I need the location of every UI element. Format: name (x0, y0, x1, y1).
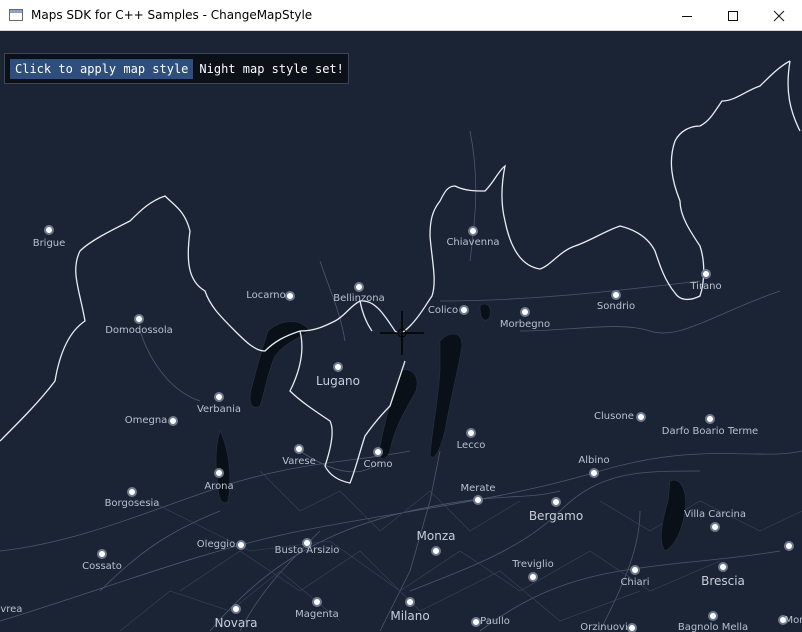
city-marker[interactable] (285, 291, 295, 301)
city-label: Orzinuovi (580, 622, 628, 632)
title-bar: Maps SDK for C++ Samples - ChangeMapStyl… (0, 0, 802, 31)
water-bodies (215, 303, 686, 552)
city-marker[interactable] (630, 565, 640, 575)
city-marker[interactable] (294, 444, 304, 454)
city-label: Lugano (316, 374, 360, 388)
city-marker[interactable] (431, 546, 441, 556)
city-marker[interactable] (333, 362, 343, 372)
city-marker[interactable] (354, 282, 364, 292)
city-marker[interactable] (710, 522, 720, 532)
app-window-icon (9, 9, 23, 21)
city-marker[interactable] (551, 497, 561, 507)
city-marker[interactable] (44, 225, 54, 235)
city-label: Chiavenna (446, 237, 500, 248)
city-label: Tirano (690, 281, 722, 292)
city-marker[interactable] (708, 611, 718, 621)
city-label: Varese (282, 456, 316, 467)
city-label: Lecco (456, 440, 486, 451)
city-label: Cossato (82, 561, 122, 572)
city-marker[interactable] (312, 597, 322, 607)
city-label: Albino (578, 455, 610, 466)
city-marker[interactable] (701, 269, 711, 279)
city-marker[interactable] (718, 562, 728, 572)
city-marker[interactable] (405, 597, 415, 607)
city-label: ivrea (0, 604, 23, 615)
city-label: Merate (460, 483, 496, 494)
city-marker[interactable] (466, 428, 476, 438)
close-icon (773, 10, 785, 21)
city-marker[interactable] (459, 305, 469, 315)
city-label: Busto Arsizio (274, 545, 340, 556)
city-marker[interactable] (373, 447, 383, 457)
city-label: Paullo (480, 616, 510, 627)
city-marker[interactable] (168, 416, 178, 426)
city-label: Darfo Boario Terme (661, 426, 759, 437)
city-label: Brescia (701, 574, 745, 588)
city-label: Domodossola (105, 325, 173, 336)
city-marker[interactable] (636, 412, 646, 422)
city-label: Clusone (594, 411, 634, 422)
city-label: Verbania (196, 404, 242, 415)
city-marker[interactable] (784, 541, 794, 551)
city-marker[interactable] (473, 495, 483, 505)
status-text: Night map style set! (199, 61, 344, 76)
city-marker[interactable] (468, 226, 478, 236)
city-marker[interactable] (236, 540, 246, 550)
city-marker[interactable] (520, 307, 530, 317)
maximize-icon (728, 10, 738, 21)
city-marker[interactable] (214, 468, 224, 478)
city-marker[interactable] (127, 487, 137, 497)
city-label: Morbegno (499, 319, 551, 330)
style-toolbar: Click to apply map style Night map style… (4, 53, 349, 84)
city-label: Borgosesia (104, 498, 160, 509)
apply-map-style-button[interactable]: Click to apply map style (10, 58, 194, 79)
city-label: Oleggio (196, 539, 236, 550)
city-marker[interactable] (627, 623, 637, 632)
city-label: Locarno (246, 290, 286, 301)
city-label: Monza (416, 529, 456, 543)
city-label: Brigue (32, 238, 66, 249)
city-marker[interactable] (528, 572, 538, 582)
city-marker[interactable] (97, 549, 107, 559)
city-label: Magenta (295, 609, 339, 620)
maximize-button[interactable] (710, 0, 756, 31)
city-label: Villa Carcina (683, 509, 747, 520)
city-marker[interactable] (214, 392, 224, 402)
minimize-icon (682, 15, 692, 17)
city-label: Treviglio (512, 559, 554, 570)
city-label: Bellinzona (333, 293, 385, 304)
window-title: Maps SDK for C++ Samples - ChangeMapStyl… (31, 8, 313, 22)
minimize-button[interactable] (664, 0, 710, 31)
city-label: Milano (390, 609, 430, 623)
city-label: Bergamo (528, 509, 584, 523)
city-label: Chiari (620, 577, 650, 588)
close-button[interactable] (756, 0, 802, 31)
city-label: Omegna (124, 415, 168, 426)
city-label: Bagnolo Mella (677, 622, 749, 632)
city-label: Sondrio (596, 301, 636, 312)
city-label: Novara (214, 616, 258, 630)
city-label: Colico (427, 305, 459, 316)
city-label: Como (363, 459, 393, 470)
crosshair-icon (380, 311, 424, 355)
city-marker[interactable] (705, 414, 715, 424)
city-marker[interactable] (611, 290, 621, 300)
city-marker[interactable] (589, 468, 599, 478)
map-view[interactable]: Click to apply map style Night map style… (0, 31, 802, 632)
city-marker[interactable] (134, 314, 144, 324)
city-marker[interactable] (231, 604, 241, 614)
city-label: Arona (204, 481, 234, 492)
city-label: Mon (784, 615, 802, 626)
